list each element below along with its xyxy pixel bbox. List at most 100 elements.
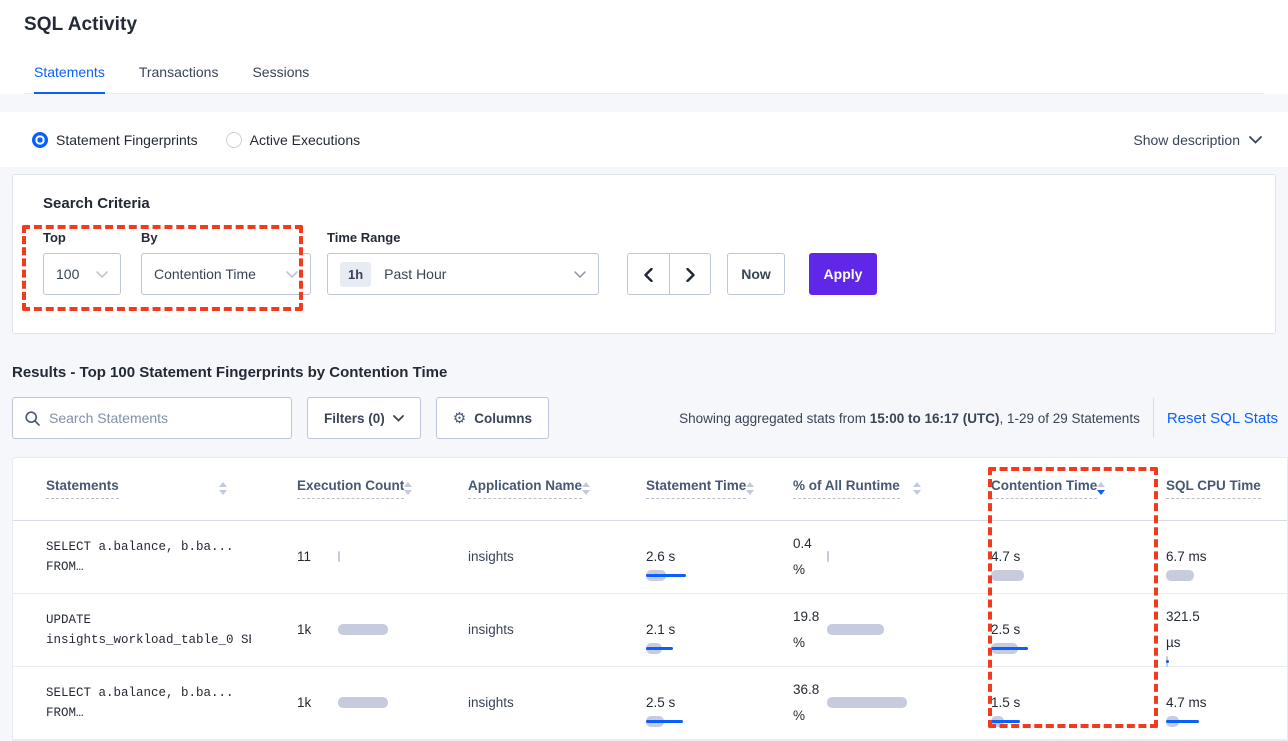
- page-header: SQL Activity Statements Transactions Ses…: [0, 0, 1288, 94]
- by-select-value: Contention Time: [154, 266, 256, 282]
- page-body: Statement Fingerprints Active Executions…: [0, 94, 1288, 741]
- time-range-badge: 1h: [340, 262, 371, 287]
- sql-cpu-time-cell: 4.7 ms: [1120, 666, 1288, 739]
- contention-time-cell: 4.7 s: [945, 520, 1120, 593]
- radio-label: Statement Fingerprints: [56, 132, 198, 148]
- column-header-runtime-pct[interactable]: % of All Runtime: [747, 458, 945, 520]
- table-row[interactable]: SELECT a.balance, b.ba... FROM… 11 insig…: [13, 520, 1288, 593]
- chevron-down-icon: [393, 415, 404, 422]
- chevron-left-icon: [644, 268, 653, 282]
- top-select[interactable]: 100: [43, 253, 121, 295]
- search-icon: [25, 411, 40, 426]
- search-criteria-card: Search Criteria Top 100 By Contention Ti…: [12, 174, 1276, 334]
- tab-bar: Statements Transactions Sessions: [24, 56, 1264, 94]
- table-header-row: Statements Execution Count Application N…: [13, 458, 1288, 520]
- radio-active-executions[interactable]: Active Executions: [226, 132, 361, 148]
- showing-stats-text: Showing aggregated stats from 15:00 to 1…: [679, 411, 1140, 426]
- sort-icon-active-desc[interactable]: [1097, 482, 1105, 495]
- runtime-pct-bar: [827, 551, 945, 562]
- runtime-pct-cell: 19.8 %: [747, 593, 945, 666]
- column-header-application-name[interactable]: Application Name: [422, 458, 600, 520]
- by-select[interactable]: Contention Time: [141, 253, 311, 295]
- search-statements-box[interactable]: [12, 397, 292, 439]
- sort-icon[interactable]: [746, 482, 754, 495]
- statement-cell[interactable]: UPDATE insights_workload_table_0 SE…: [13, 593, 251, 666]
- execution-count-cell: 1k: [251, 593, 422, 666]
- statements-table-card: Statements Execution Count Application N…: [12, 457, 1288, 741]
- column-header-statements[interactable]: Statements: [13, 458, 251, 520]
- statement-cell[interactable]: SELECT a.balance, b.ba... FROM…: [13, 520, 251, 593]
- application-name-cell: insights: [422, 520, 600, 593]
- runtime-pct-bar: [827, 697, 945, 708]
- table-row[interactable]: UPDATE insights_workload_table_0 SE… 1k …: [13, 593, 1288, 666]
- column-header-contention-time[interactable]: Contention Time: [945, 458, 1120, 520]
- tab-sessions[interactable]: Sessions: [252, 56, 309, 93]
- filters-button[interactable]: Filters (0): [307, 397, 421, 439]
- statement-time-cell: 2.6 s: [600, 520, 747, 593]
- columns-button[interactable]: ⚙ Columns: [436, 397, 549, 439]
- results-toolbar: Filters (0) ⚙ Columns Showing aggregated…: [12, 397, 1278, 439]
- sql-cpu-time-cell: 6.7 ms: [1120, 520, 1288, 593]
- execution-count-cell: 11: [251, 520, 422, 593]
- sort-icon[interactable]: [219, 482, 227, 495]
- sort-icon[interactable]: [582, 482, 590, 495]
- filters-label: Filters (0): [324, 411, 385, 426]
- tab-statements[interactable]: Statements: [34, 56, 105, 93]
- statement-cell[interactable]: SELECT a.balance, b.ba... FROM…: [13, 666, 251, 739]
- sql-activity-page: SQL Activity Statements Transactions Ses…: [0, 0, 1288, 735]
- runtime-pct-cell: 36.8 %: [747, 666, 945, 739]
- toolbar-right: Showing aggregated stats from 15:00 to 1…: [679, 398, 1278, 438]
- top-label: Top: [43, 230, 141, 245]
- show-description-toggle[interactable]: Show description: [1133, 132, 1262, 148]
- column-header-execution-count[interactable]: Execution Count: [251, 458, 422, 520]
- table-row[interactable]: SELECT a.balance, b.ba... FROM… 1k insig…: [13, 666, 1288, 739]
- contention-time-cell: 1.5 s: [945, 666, 1120, 739]
- table-body: SELECT a.balance, b.ba... FROM… 11 insig…: [13, 520, 1288, 739]
- column-header-sql-cpu-time[interactable]: SQL CPU Time: [1120, 458, 1288, 520]
- time-range-control: Time Range 1h Past Hour: [327, 230, 599, 295]
- top-control: Top 100: [43, 230, 141, 295]
- search-statements-input[interactable]: [49, 410, 279, 426]
- by-label: By: [141, 230, 327, 245]
- execution-count-bar: [338, 551, 422, 562]
- time-range-select[interactable]: 1h Past Hour: [327, 253, 599, 295]
- contention-time-cell: 2.5 s: [945, 593, 1120, 666]
- execution-count-bar: [338, 624, 422, 635]
- tab-transactions[interactable]: Transactions: [139, 56, 219, 93]
- time-prev-button[interactable]: [628, 254, 669, 295]
- now-button[interactable]: Now: [727, 253, 785, 295]
- page-title: SQL Activity: [24, 14, 1264, 36]
- application-name-cell: insights: [422, 593, 600, 666]
- show-description-label: Show description: [1133, 132, 1240, 148]
- time-next-button[interactable]: [669, 254, 710, 295]
- results-heading: Results - Top 100 Statement Fingerprints…: [12, 364, 1276, 381]
- sort-icon[interactable]: [913, 482, 921, 495]
- application-name-cell: insights: [422, 666, 600, 739]
- time-range-value: Past Hour: [384, 266, 446, 282]
- sort-icon[interactable]: [404, 482, 412, 495]
- chevron-right-icon: [686, 268, 695, 282]
- gear-icon: ⚙: [453, 409, 466, 427]
- runtime-pct-bar: [827, 624, 945, 635]
- apply-button[interactable]: Apply: [809, 253, 877, 295]
- statement-time-cell: 2.5 s: [600, 666, 747, 739]
- radio-unselected-icon[interactable]: [226, 132, 242, 148]
- time-range-label: Time Range: [327, 230, 599, 245]
- reset-sql-stats-link[interactable]: Reset SQL Stats: [1167, 410, 1278, 427]
- column-header-statement-time[interactable]: Statement Time: [600, 458, 747, 520]
- statements-table: Statements Execution Count Application N…: [13, 458, 1288, 740]
- chevron-down-icon: [96, 271, 108, 278]
- sql-cpu-time-cell: 321.5 µs: [1120, 593, 1288, 666]
- execution-count-cell: 1k: [251, 666, 422, 739]
- radio-statement-fingerprints[interactable]: Statement Fingerprints: [32, 132, 198, 148]
- search-criteria-heading: Search Criteria: [43, 195, 1251, 212]
- top-select-value: 100: [56, 266, 79, 282]
- chevron-down-icon: [1249, 136, 1262, 144]
- chevron-down-icon: [286, 271, 298, 278]
- showing-time-window: 15:00 to 16:17 (UTC): [870, 411, 1000, 426]
- toolbar-divider: [1153, 398, 1154, 438]
- search-criteria-controls: Top 100 By Contention Time Time Range: [43, 230, 1251, 295]
- radio-label: Active Executions: [250, 132, 361, 148]
- by-control: By Contention Time: [141, 230, 327, 295]
- radio-selected-icon[interactable]: [32, 132, 48, 148]
